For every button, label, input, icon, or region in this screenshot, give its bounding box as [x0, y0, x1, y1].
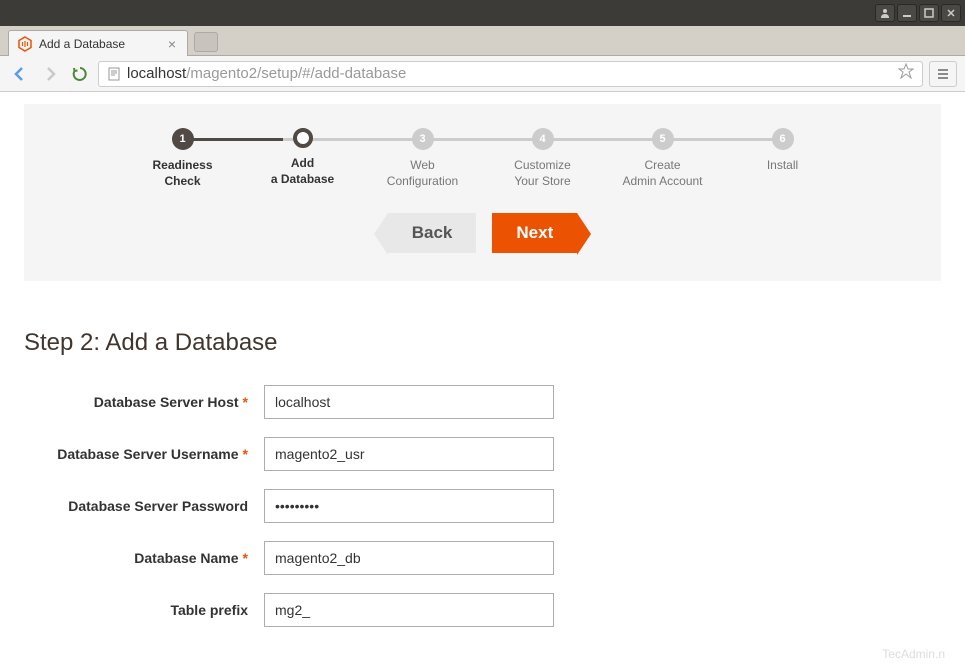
form-row-pass: Database Server Password — [24, 489, 941, 523]
magento-favicon — [17, 36, 33, 52]
input-db-pass[interactable] — [264, 489, 554, 523]
page-icon — [107, 67, 121, 81]
new-tab-button[interactable] — [194, 32, 218, 52]
reload-button[interactable] — [68, 62, 92, 86]
next-button[interactable]: Next — [492, 213, 577, 253]
step-number: 3 — [412, 128, 434, 150]
address-bar[interactable]: localhost/magento2/setup/#/add-database — [98, 61, 923, 87]
step-number — [293, 128, 313, 148]
bookmark-star-icon[interactable] — [898, 63, 914, 84]
browser-toolbar: localhost/magento2/setup/#/add-database — [0, 56, 965, 92]
step-number: 6 — [772, 128, 794, 150]
page-viewport[interactable]: 1 ReadinessCheck Adda Database 3 WebConf… — [0, 92, 965, 665]
back-button[interactable]: Back — [388, 213, 477, 253]
wizard-step-database: Adda Database — [243, 128, 363, 189]
wizard-step-customize: 4 CustomizeYour Store — [483, 128, 603, 189]
close-window-button[interactable] — [941, 4, 961, 22]
browser-tab-bar: Add a Database × — [0, 26, 965, 56]
form-row-host: Database Server Host* — [24, 385, 941, 419]
forward-button[interactable] — [38, 62, 62, 86]
wizard-header: 1 ReadinessCheck Adda Database 3 WebConf… — [24, 104, 941, 281]
step-label: CustomizeYour Store — [483, 158, 603, 189]
step-number: 1 — [172, 128, 194, 150]
label-db-user: Database Server Username* — [24, 446, 264, 462]
wizard-step-readiness: 1 ReadinessCheck — [123, 128, 243, 189]
window-titlebar — [0, 0, 965, 26]
step-number: 5 — [652, 128, 674, 150]
watermark: TecAdmin.n — [882, 647, 945, 661]
step-label: Install — [723, 158, 843, 174]
hamburger-menu-button[interactable] — [929, 61, 957, 87]
form-row-prefix: Table prefix — [24, 593, 941, 627]
input-db-name[interactable] — [264, 541, 554, 575]
minimize-button[interactable] — [897, 4, 917, 22]
wizard-step-install: 6 Install — [723, 128, 843, 189]
step-label: Adda Database — [243, 156, 363, 187]
page-content: 1 ReadinessCheck Adda Database 3 WebConf… — [0, 92, 965, 665]
label-db-host: Database Server Host* — [24, 394, 264, 410]
user-menu-button[interactable] — [875, 4, 895, 22]
wizard-step-admin: 5 CreateAdmin Account — [603, 128, 723, 189]
wizard-steps: 1 ReadinessCheck Adda Database 3 WebConf… — [123, 128, 843, 189]
step-number: 4 — [532, 128, 554, 150]
wizard-step-web: 3 WebConfiguration — [363, 128, 483, 189]
close-tab-icon[interactable]: × — [165, 37, 179, 51]
label-db-name: Database Name* — [24, 550, 264, 566]
input-db-host[interactable] — [264, 385, 554, 419]
maximize-button[interactable] — [919, 4, 939, 22]
back-button[interactable] — [8, 62, 32, 86]
form-row-name: Database Name* — [24, 541, 941, 575]
browser-tab[interactable]: Add a Database × — [8, 30, 188, 56]
input-db-user[interactable] — [264, 437, 554, 471]
label-table-prefix: Table prefix — [24, 602, 264, 618]
step-label: WebConfiguration — [363, 158, 483, 189]
wizard-nav: Back Next — [64, 213, 901, 253]
step-label: CreateAdmin Account — [603, 158, 723, 189]
input-table-prefix[interactable] — [264, 593, 554, 627]
url-text: localhost/magento2/setup/#/add-database — [127, 65, 406, 82]
tab-title: Add a Database — [39, 37, 159, 51]
step-label: ReadinessCheck — [123, 158, 243, 189]
page-title: Step 2: Add a Database — [24, 329, 941, 357]
label-db-pass: Database Server Password — [24, 498, 264, 514]
form-row-user: Database Server Username* — [24, 437, 941, 471]
